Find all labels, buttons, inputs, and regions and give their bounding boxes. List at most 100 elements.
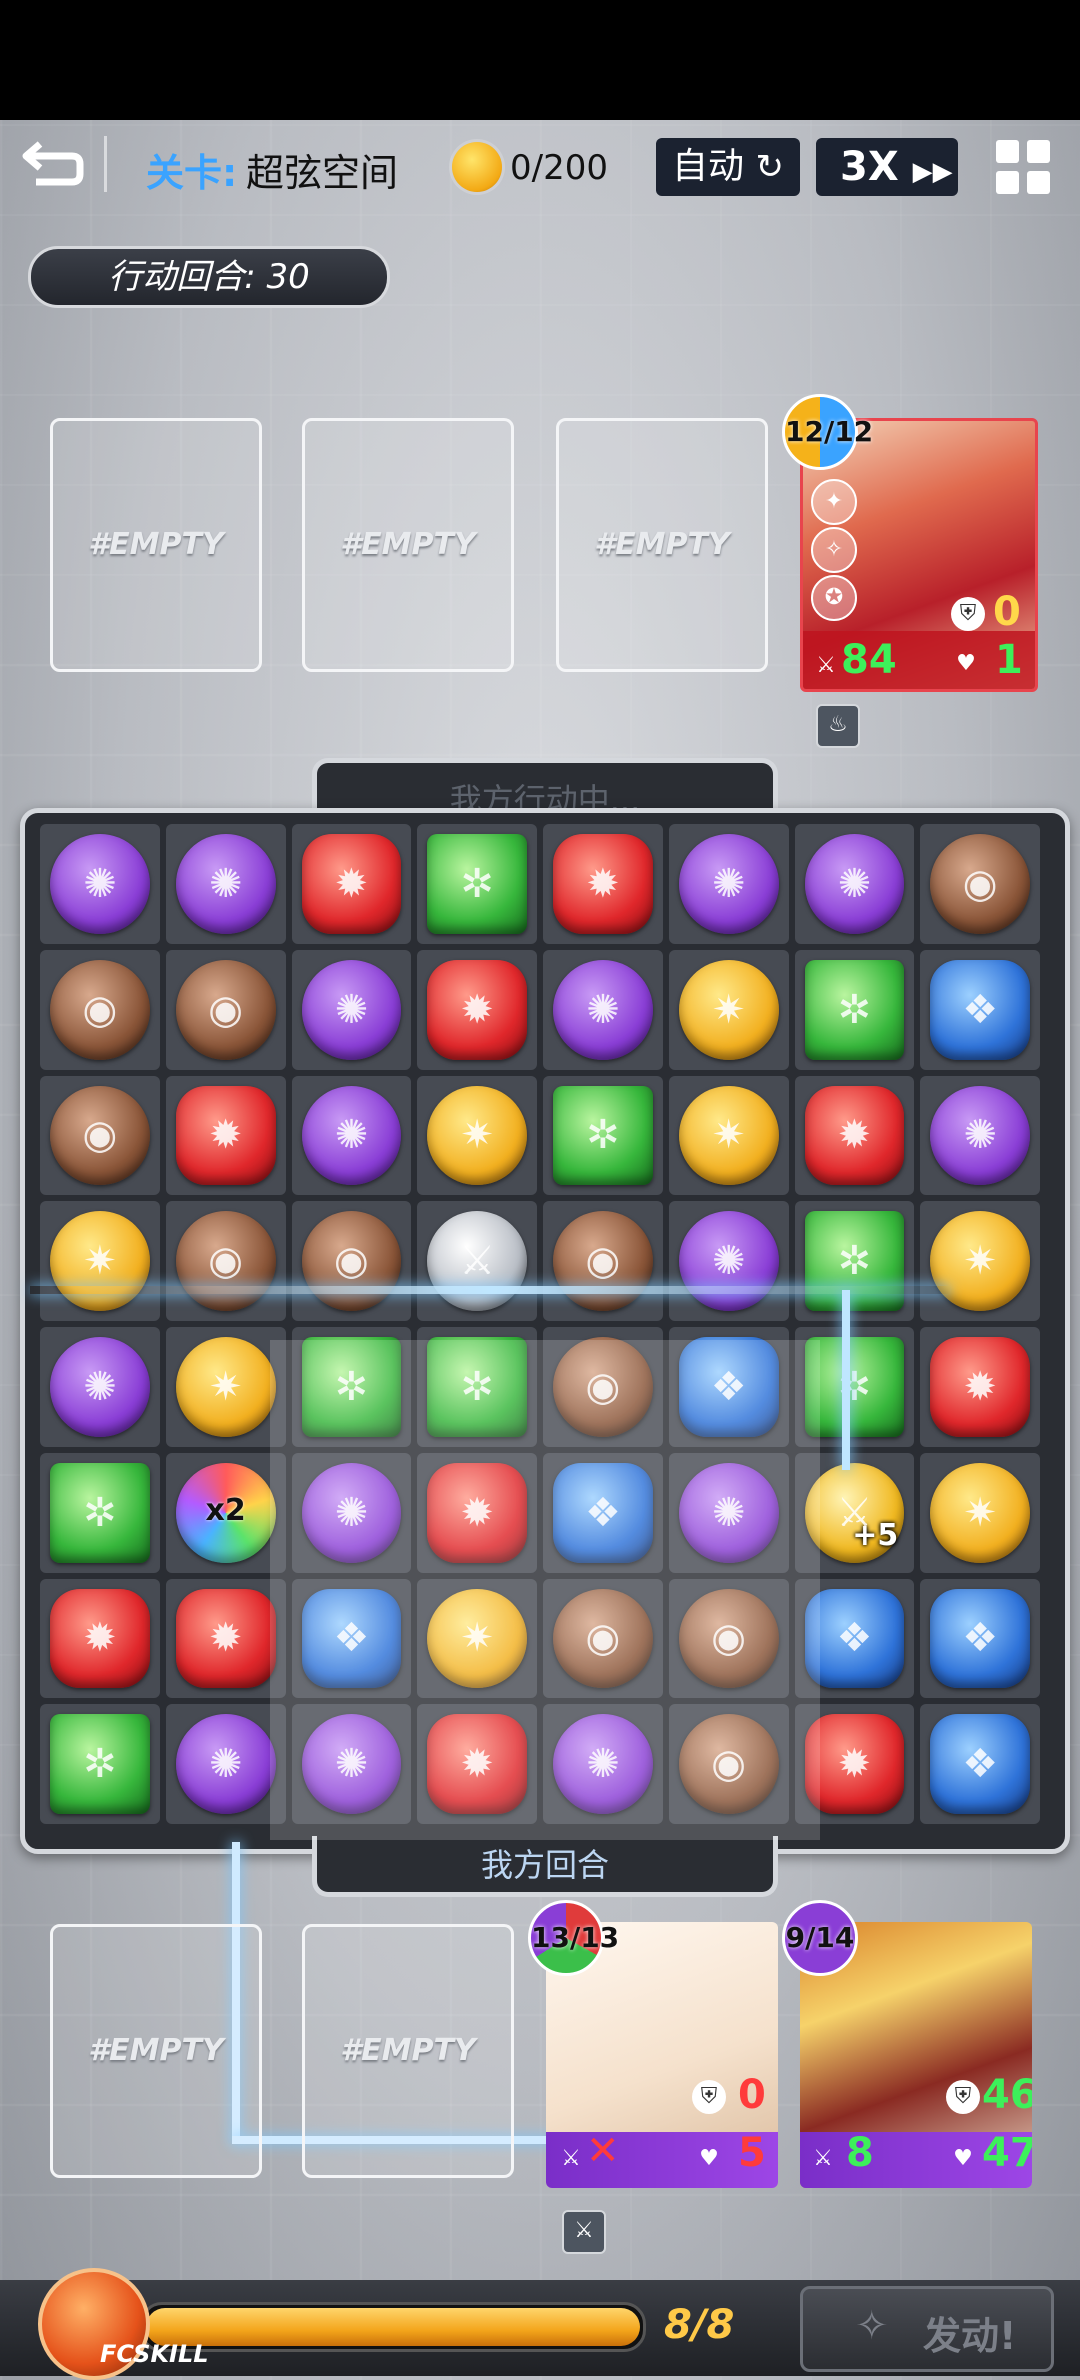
board-cell[interactable] <box>40 1327 160 1447</box>
launch-skill-button[interactable]: ✧ 发动! <box>800 2286 1054 2372</box>
board-cell[interactable] <box>920 824 1040 944</box>
board-cell[interactable] <box>40 949 160 1070</box>
board-cell[interactable] <box>165 1578 286 1699</box>
board-cell[interactable] <box>920 1704 1040 1824</box>
board-cell[interactable] <box>291 1201 412 1321</box>
stage-label: 关卡: <box>146 151 238 195</box>
board-cell[interactable] <box>165 1327 286 1447</box>
board-cell[interactable] <box>291 824 412 944</box>
board-cell[interactable] <box>417 1201 537 1321</box>
board-cell[interactable] <box>40 824 160 944</box>
green-gem-icon <box>804 1211 905 1311</box>
board-cell[interactable] <box>543 1075 663 1196</box>
back-arrow-icon[interactable] <box>22 136 86 194</box>
board-cell[interactable] <box>543 824 663 944</box>
board-cell[interactable] <box>920 1327 1040 1447</box>
top-bar: 关卡: 超弦空间 0/200 自动 ↻ 3X ▶▶ <box>0 120 1080 212</box>
board-cell[interactable] <box>291 949 412 1070</box>
board-cell[interactable] <box>920 1075 1040 1196</box>
board-cell[interactable] <box>794 1704 915 1824</box>
board-cell[interactable] <box>668 1578 789 1699</box>
red-gem-icon <box>301 834 402 934</box>
board-cell[interactable] <box>291 1075 412 1196</box>
board-cell[interactable]: x2 <box>165 1452 286 1573</box>
board-cell[interactable] <box>794 949 915 1070</box>
board-cell[interactable] <box>417 824 537 944</box>
board-cell[interactable] <box>417 1452 537 1573</box>
shield-icon: ⛨ <box>946 2080 980 2114</box>
board-cell[interactable] <box>40 1075 160 1196</box>
coin-counter: 0/200 <box>510 148 608 188</box>
purple-gem-icon <box>804 834 905 934</box>
board-cell[interactable] <box>920 1452 1040 1573</box>
board-cell[interactable] <box>668 949 789 1070</box>
board-cell[interactable] <box>40 1201 160 1321</box>
board-cell[interactable] <box>417 1704 537 1824</box>
board-cell[interactable] <box>40 1452 160 1573</box>
hero-shield: 46 <box>982 2072 1032 2118</box>
board-cell[interactable] <box>165 1704 286 1824</box>
purple-gem-icon <box>301 1714 402 1814</box>
brown-gem-icon <box>678 1714 779 1814</box>
board-cell[interactable] <box>794 1075 915 1196</box>
board-cell[interactable] <box>417 1578 537 1699</box>
green-gem-icon <box>50 1714 150 1814</box>
board-cell[interactable] <box>543 1201 663 1321</box>
red-gem-icon <box>804 1085 905 1186</box>
blue-gem-icon <box>930 1588 1030 1689</box>
brown-gem-icon <box>50 959 150 1060</box>
purple-gem-icon <box>930 1085 1030 1186</box>
board-cell[interactable]: +5 <box>794 1452 915 1573</box>
board-cell[interactable] <box>543 949 663 1070</box>
board-cell[interactable] <box>920 949 1040 1070</box>
board-cell[interactable] <box>794 824 915 944</box>
board-cell[interactable] <box>165 1201 286 1321</box>
hero-hp: 5 <box>738 2130 766 2176</box>
board-cell[interactable] <box>668 1704 789 1824</box>
board-cell[interactable] <box>668 824 789 944</box>
board-cell[interactable] <box>794 1327 915 1447</box>
enemy-hp: 1 <box>995 637 1023 683</box>
board-cell[interactable] <box>291 1578 412 1699</box>
skill-icon: ✧ <box>811 527 857 573</box>
board-cell[interactable] <box>794 1578 915 1699</box>
board-cell[interactable] <box>291 1704 412 1824</box>
board-cell[interactable] <box>417 1327 537 1447</box>
board-cell[interactable] <box>543 1327 663 1447</box>
board-cell[interactable] <box>543 1452 663 1573</box>
board-cell[interactable] <box>920 1201 1040 1321</box>
board-cell[interactable] <box>291 1452 412 1573</box>
red-gem-icon <box>427 959 527 1060</box>
board-cell[interactable] <box>165 824 286 944</box>
board-cell[interactable] <box>543 1704 663 1824</box>
energy-fill <box>146 2308 640 2346</box>
board-cell[interactable] <box>417 1075 537 1196</box>
rainbow-gem-icon: x2 <box>175 1462 276 1563</box>
red-gem-icon <box>175 1588 276 1689</box>
auto-button[interactable]: 自动 ↻ <box>656 138 800 196</box>
board-cell[interactable] <box>165 949 286 1070</box>
speed-label: 3X <box>840 144 899 190</box>
board-cell[interactable] <box>417 949 537 1070</box>
hero-shield: 0 <box>738 2072 766 2118</box>
grid-menu-icon[interactable] <box>996 140 1050 194</box>
heart-icon: ♥ <box>953 2146 973 2171</box>
purple-gem-icon <box>553 1714 653 1814</box>
brown-gem-icon <box>175 1211 276 1311</box>
board-cell[interactable] <box>40 1704 160 1824</box>
board-cell[interactable] <box>668 1327 789 1447</box>
board-cell[interactable] <box>668 1452 789 1573</box>
board-cell[interactable] <box>920 1578 1040 1699</box>
board-cell[interactable] <box>543 1578 663 1699</box>
board-cell[interactable] <box>40 1578 160 1699</box>
yellow-gem-icon <box>678 959 779 1060</box>
green-gem-icon <box>50 1462 150 1563</box>
board-cell[interactable] <box>291 1327 412 1447</box>
board-cell[interactable] <box>165 1075 286 1196</box>
board-cell[interactable] <box>668 1075 789 1196</box>
speed-button[interactable]: 3X ▶▶ <box>816 138 958 196</box>
board-cell[interactable] <box>794 1201 915 1321</box>
board-cell[interactable] <box>668 1201 789 1321</box>
green-gem-icon <box>427 834 527 934</box>
yellow-gem-icon <box>678 1085 779 1186</box>
